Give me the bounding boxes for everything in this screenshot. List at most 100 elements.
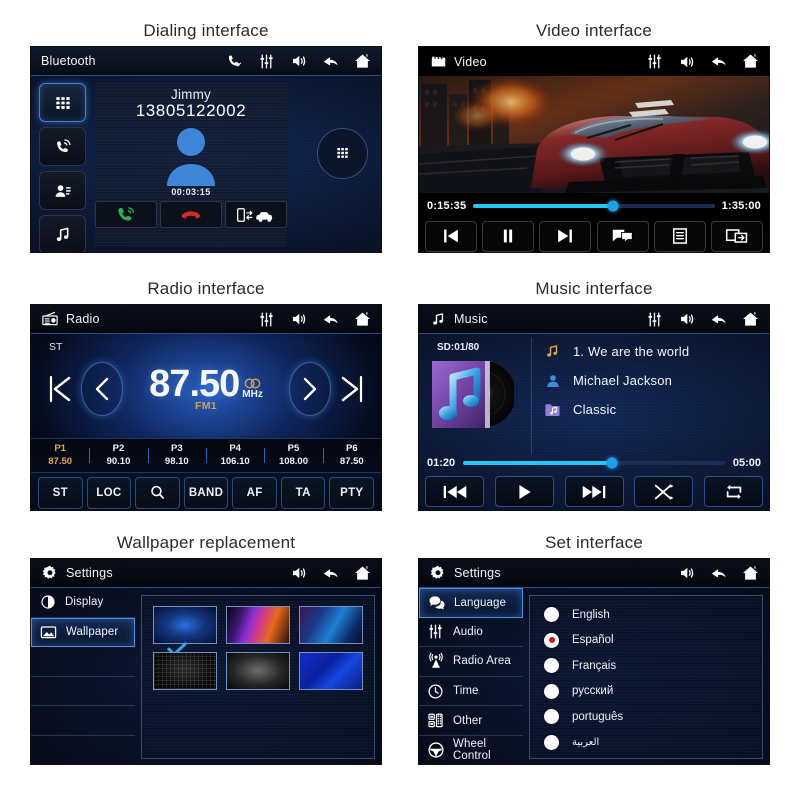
equalizer-icon[interactable] bbox=[257, 52, 276, 71]
volume-icon[interactable] bbox=[677, 310, 696, 329]
language-option[interactable]: Français bbox=[530, 653, 762, 679]
subtitle-icon[interactable] bbox=[596, 220, 649, 252]
music-seek-knob[interactable] bbox=[606, 457, 618, 469]
radio-preset-p3[interactable]: P3 98.10 bbox=[147, 443, 206, 469]
home-icon[interactable] bbox=[353, 564, 372, 583]
back-icon[interactable] bbox=[709, 52, 728, 71]
radio-preset-p4[interactable]: P4 106.10 bbox=[205, 443, 264, 469]
keypad-round-button[interactable] bbox=[317, 128, 368, 179]
home-icon[interactable] bbox=[741, 310, 760, 329]
transfer-audio-icon[interactable] bbox=[225, 201, 287, 228]
home-icon[interactable] bbox=[353, 52, 372, 71]
sidebar-item-radio-area[interactable]: Radio Area bbox=[419, 647, 523, 677]
step-next-icon[interactable] bbox=[289, 362, 331, 416]
volume-icon[interactable] bbox=[289, 310, 308, 329]
language-option[interactable]: العربية bbox=[530, 730, 762, 756]
video-seek-track[interactable] bbox=[473, 200, 715, 211]
language-label: português bbox=[572, 710, 624, 723]
previous-track-icon[interactable] bbox=[425, 476, 484, 507]
call-duration: 00:03:15 bbox=[171, 187, 211, 197]
video-stage[interactable] bbox=[419, 76, 769, 193]
volume-icon[interactable] bbox=[289, 564, 308, 583]
radio-button-pty[interactable]: PTY bbox=[329, 476, 375, 509]
language-option[interactable]: Español bbox=[530, 628, 762, 654]
home-icon[interactable] bbox=[741, 564, 760, 583]
volume-icon[interactable] bbox=[677, 564, 696, 583]
answer-call-icon[interactable] bbox=[95, 201, 157, 228]
next-track-icon[interactable] bbox=[564, 476, 624, 507]
body-wallpaper: Display Wallpaper bbox=[31, 588, 381, 764]
music-track-info: 1. We are the world Michael Jackson Clas… bbox=[543, 342, 763, 429]
language-option[interactable]: English bbox=[530, 602, 762, 628]
volume-icon[interactable] bbox=[677, 52, 696, 71]
radio-button-indicator[interactable] bbox=[544, 632, 559, 648]
shuffle-icon[interactable] bbox=[634, 476, 694, 507]
video-seek-knob[interactable] bbox=[607, 200, 619, 211]
sidebar-item-time[interactable]: Time bbox=[419, 677, 523, 707]
wallpaper-grey-fade[interactable] bbox=[226, 652, 290, 690]
radio-button-loc[interactable]: LOC bbox=[86, 476, 132, 509]
home-icon[interactable] bbox=[741, 52, 760, 71]
album-art bbox=[431, 358, 514, 431]
radio-button-indicator[interactable] bbox=[544, 734, 559, 750]
radio-button-indicator[interactable] bbox=[544, 709, 559, 725]
equalizer-icon[interactable] bbox=[645, 310, 664, 329]
wallpaper-dark-grid[interactable] bbox=[153, 652, 217, 690]
radio-preset-p2[interactable]: P2 90.10 bbox=[89, 443, 147, 469]
play-icon[interactable] bbox=[494, 476, 554, 507]
radio-button-indicator[interactable] bbox=[544, 683, 559, 699]
call-history-icon[interactable] bbox=[39, 127, 86, 166]
panel-settings: Set interface Settings Language Audio Radi… bbox=[418, 534, 770, 765]
previous-icon[interactable] bbox=[425, 220, 477, 252]
radio-preset-p1[interactable]: P1 87.50 bbox=[31, 443, 89, 469]
equalizer-icon[interactable] bbox=[257, 310, 276, 329]
radio-preset-p6[interactable]: P6 87.50 bbox=[322, 443, 381, 469]
wallpaper-blue-swoosh[interactable] bbox=[299, 652, 363, 690]
sidebar-item-language[interactable]: Language bbox=[419, 588, 523, 618]
titlebar-settings: Settings bbox=[419, 559, 769, 588]
preset-label: P5 bbox=[287, 442, 300, 454]
radio-button-indicator[interactable] bbox=[544, 607, 559, 623]
sidebar-item-wallpaper[interactable]: Wallpaper bbox=[31, 617, 135, 648]
panel-wallpaper: Wallpaper replacement Settings Display Wa… bbox=[30, 534, 382, 765]
sidebar-item-display[interactable]: Display bbox=[31, 588, 135, 618]
music-icon[interactable] bbox=[39, 215, 86, 252]
sidebar-item-empty bbox=[31, 677, 135, 707]
music-seek-track[interactable] bbox=[463, 457, 725, 469]
back-icon[interactable] bbox=[321, 52, 340, 71]
step-prev-icon[interactable] bbox=[81, 362, 123, 416]
back-icon[interactable] bbox=[321, 310, 340, 329]
radio-button-st[interactable]: ST bbox=[38, 476, 83, 509]
home-icon[interactable] bbox=[353, 310, 372, 329]
sidebar-item-other[interactable]: Other bbox=[419, 706, 523, 736]
playlist-icon[interactable] bbox=[653, 220, 706, 252]
wallpaper-blue-glow[interactable] bbox=[153, 606, 217, 644]
contacts-icon[interactable] bbox=[39, 171, 86, 210]
back-icon[interactable] bbox=[709, 564, 728, 583]
language-option[interactable]: português bbox=[530, 704, 762, 730]
volume-icon[interactable] bbox=[289, 52, 308, 71]
keypad-icon[interactable] bbox=[39, 83, 86, 122]
radio-button-ta[interactable]: TA bbox=[280, 476, 326, 509]
search-icon[interactable] bbox=[135, 476, 180, 509]
radio-button-indicator[interactable] bbox=[544, 658, 559, 674]
back-icon[interactable] bbox=[321, 564, 340, 583]
pause-icon[interactable] bbox=[482, 220, 535, 252]
back-icon[interactable] bbox=[709, 310, 728, 329]
next-icon[interactable] bbox=[539, 220, 592, 252]
repeat-icon[interactable] bbox=[704, 476, 763, 507]
radio-button-band[interactable]: BAND bbox=[183, 476, 229, 509]
language-option[interactable]: русский bbox=[530, 679, 762, 705]
seek-next-icon[interactable] bbox=[331, 362, 373, 416]
radio-button-af[interactable]: AF bbox=[232, 476, 277, 509]
screen-share-icon[interactable] bbox=[710, 220, 763, 252]
radio-preset-p5[interactable]: P5 108.00 bbox=[264, 443, 322, 469]
wallpaper-neon-wave[interactable] bbox=[226, 606, 290, 644]
equalizer-icon[interactable] bbox=[645, 52, 664, 71]
end-call-icon[interactable] bbox=[160, 201, 222, 228]
phone-icon[interactable] bbox=[225, 52, 244, 71]
seek-prev-icon[interactable] bbox=[39, 362, 81, 416]
sidebar-item-audio[interactable]: Audio bbox=[419, 618, 523, 648]
sidebar-item-wheel-control[interactable]: Wheel Control bbox=[419, 736, 523, 764]
wallpaper-cyan-bloom[interactable] bbox=[299, 606, 363, 644]
